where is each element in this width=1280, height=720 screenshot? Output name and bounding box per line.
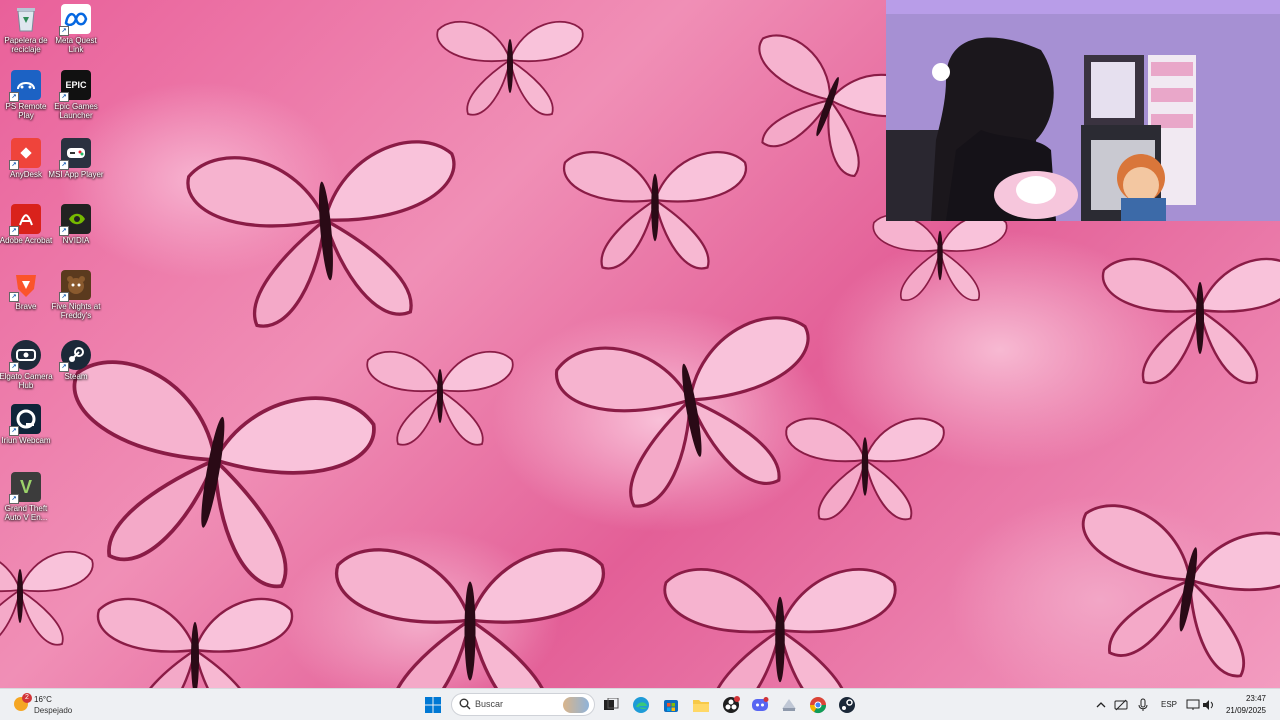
chevron-up-icon bbox=[1096, 702, 1106, 708]
taskbar-app-store[interactable] bbox=[659, 693, 683, 717]
chrome-icon bbox=[809, 697, 827, 714]
desktop-icon-meta-quest-link[interactable]: ↗ Meta Quest Link bbox=[50, 4, 102, 54]
taskbar-app-obs[interactable] bbox=[719, 693, 743, 717]
meta-icon: ↗ bbox=[59, 4, 91, 36]
desktop-icon-label: Elgato Camera Hub bbox=[0, 372, 53, 390]
ps-remote-play-icon: ↗ bbox=[9, 70, 41, 102]
search-placeholder: Buscar bbox=[475, 699, 504, 709]
microphone-icon bbox=[1138, 698, 1148, 711]
taskbar-app-generic[interactable] bbox=[777, 693, 801, 717]
nvidia-icon: ↗ bbox=[59, 204, 91, 236]
taskbar-search[interactable]: Buscar bbox=[451, 693, 595, 716]
desktop-icon-label: Grand Theft Auto V En... bbox=[4, 504, 48, 522]
butterfly-decoration bbox=[1060, 498, 1280, 687]
desktop-icon-anydesk[interactable]: ↗ AnyDesk bbox=[0, 138, 52, 179]
desktop-icon-steam[interactable]: ↗ Steam bbox=[50, 340, 102, 381]
butterfly-decoration bbox=[0, 550, 94, 646]
butterfly-decoration bbox=[184, 136, 469, 334]
task-view-icon bbox=[604, 698, 619, 710]
taskbar-app-discord[interactable] bbox=[748, 693, 772, 717]
desktop-icon-label: Adobe Acrobat bbox=[0, 236, 53, 245]
butterfly-decoration bbox=[872, 214, 1008, 302]
desktop-icon-brave[interactable]: ↗ Brave bbox=[0, 270, 52, 311]
iriun-webcam-icon: ↗ bbox=[9, 404, 41, 436]
taskbar-app-file-explorer[interactable] bbox=[689, 693, 713, 717]
desktop-icon-fnaf[interactable]: ↗ Five Nights at Freddy's bbox=[50, 270, 102, 320]
desktop-icon-label: Iriun Webcam bbox=[1, 436, 51, 445]
butterfly-decoration bbox=[551, 310, 834, 519]
desktop-icon-label: Epic Games Launcher bbox=[54, 102, 98, 120]
butterfly-decoration bbox=[1101, 257, 1280, 385]
adobe-acrobat-icon: ↗ bbox=[9, 204, 41, 236]
desktop-icon-iriun-webcam[interactable]: ↗ Iriun Webcam bbox=[0, 404, 52, 445]
desktop-icon-label: AnyDesk bbox=[9, 170, 42, 179]
network-icon bbox=[1114, 699, 1128, 711]
desktop-icon-gta-v[interactable]: V ↗ Grand Theft Auto V En... bbox=[0, 472, 52, 522]
butterfly-decoration bbox=[436, 20, 584, 116]
clock-date[interactable]: 21/09/2025 bbox=[1220, 706, 1266, 715]
discord-icon bbox=[752, 697, 769, 711]
volume-control[interactable] bbox=[1197, 693, 1221, 717]
recycle-bin-icon bbox=[11, 4, 41, 34]
windows-start-icon bbox=[425, 697, 441, 713]
desktop-icon-label: Meta Quest Link bbox=[55, 36, 97, 54]
fnaf-icon: ↗ bbox=[59, 270, 91, 302]
desktop-icon-nvidia[interactable]: ↗ NVIDIA bbox=[50, 204, 102, 245]
obs-icon bbox=[723, 696, 740, 713]
desktop-icon-label: PS Remote Play bbox=[5, 102, 47, 120]
gta-v-icon: V ↗ bbox=[9, 472, 41, 504]
start-button[interactable] bbox=[421, 693, 445, 717]
desktop-icon-label: Brave bbox=[15, 302, 37, 311]
app-icon bbox=[782, 699, 796, 711]
butterfly-decoration bbox=[562, 151, 748, 270]
search-highlight-image bbox=[563, 697, 589, 713]
network-status[interactable] bbox=[1109, 693, 1133, 717]
butterfly-decoration bbox=[366, 350, 514, 446]
anydesk-icon: ↗ bbox=[9, 138, 41, 170]
butterfly-decoration bbox=[785, 417, 945, 521]
edge-icon bbox=[633, 697, 649, 713]
desktop-icon-label: Steam bbox=[64, 372, 88, 381]
microphone-status[interactable] bbox=[1131, 693, 1155, 717]
desktop-icon-label: Five Nights at Freddy's bbox=[51, 302, 101, 320]
steam-icon: ↗ bbox=[59, 340, 91, 372]
weather-widget[interactable]: 2 16°C Despejado bbox=[12, 693, 92, 717]
search-icon bbox=[459, 698, 471, 710]
desktop-icon-ps-remote-play[interactable]: ↗ PS Remote Play bbox=[0, 70, 52, 120]
file-explorer-icon bbox=[693, 700, 709, 712]
steam-icon bbox=[839, 697, 855, 713]
desktop-icon-msi-app-player[interactable]: ↗ MSI App Player bbox=[48, 138, 104, 179]
epic-games-icon: EPIC ↗ bbox=[59, 70, 91, 102]
weather-condition: Despejado bbox=[34, 706, 73, 715]
desktop-icon-elgato[interactable]: ↗ Elgato Camera Hub bbox=[0, 340, 53, 390]
taskbar-app-steam[interactable] bbox=[835, 693, 859, 717]
webcam-overlay bbox=[886, 0, 1280, 221]
language-indicator[interactable]: ESP bbox=[1161, 700, 1177, 709]
butterfly-decoration bbox=[334, 548, 606, 688]
speaker-icon bbox=[1203, 700, 1213, 710]
desktop-icons: Papelera de reciclaje ↗ PS Remote Play ↗… bbox=[0, 0, 110, 540]
msi-app-player-icon: ↗ bbox=[59, 138, 91, 170]
desktop-icon-label: MSI App Player bbox=[48, 170, 104, 179]
taskbar-app-chrome[interactable] bbox=[806, 693, 830, 717]
taskbar-app-edge[interactable] bbox=[629, 693, 653, 717]
butterfly-decoration bbox=[96, 597, 294, 688]
microsoft-store-icon bbox=[664, 700, 678, 712]
desktop-icon-epic-games[interactable]: EPIC ↗ Epic Games Launcher bbox=[50, 70, 102, 120]
desktop-icon-adobe-acrobat[interactable]: ↗ Adobe Acrobat bbox=[0, 204, 52, 245]
taskbar: 2 16°C Despejado Buscar ESP 23:47 21/09/… bbox=[0, 688, 1280, 720]
weather-temperature: 16°C bbox=[34, 695, 52, 704]
webcam-feed bbox=[886, 0, 1280, 221]
elgato-icon: ↗ bbox=[9, 340, 41, 372]
brave-icon: ↗ bbox=[9, 270, 41, 302]
clock-time[interactable]: 23:47 bbox=[1236, 694, 1266, 703]
desktop-icon-recycle-bin[interactable]: Papelera de reciclaje bbox=[0, 4, 52, 54]
notification-badge: 2 bbox=[22, 693, 32, 703]
desktop-icon-label: Papelera de reciclaje bbox=[4, 36, 48, 54]
task-view-button[interactable] bbox=[599, 693, 623, 717]
desktop-icon-label: NVIDIA bbox=[62, 236, 90, 245]
butterfly-decoration bbox=[663, 567, 897, 688]
